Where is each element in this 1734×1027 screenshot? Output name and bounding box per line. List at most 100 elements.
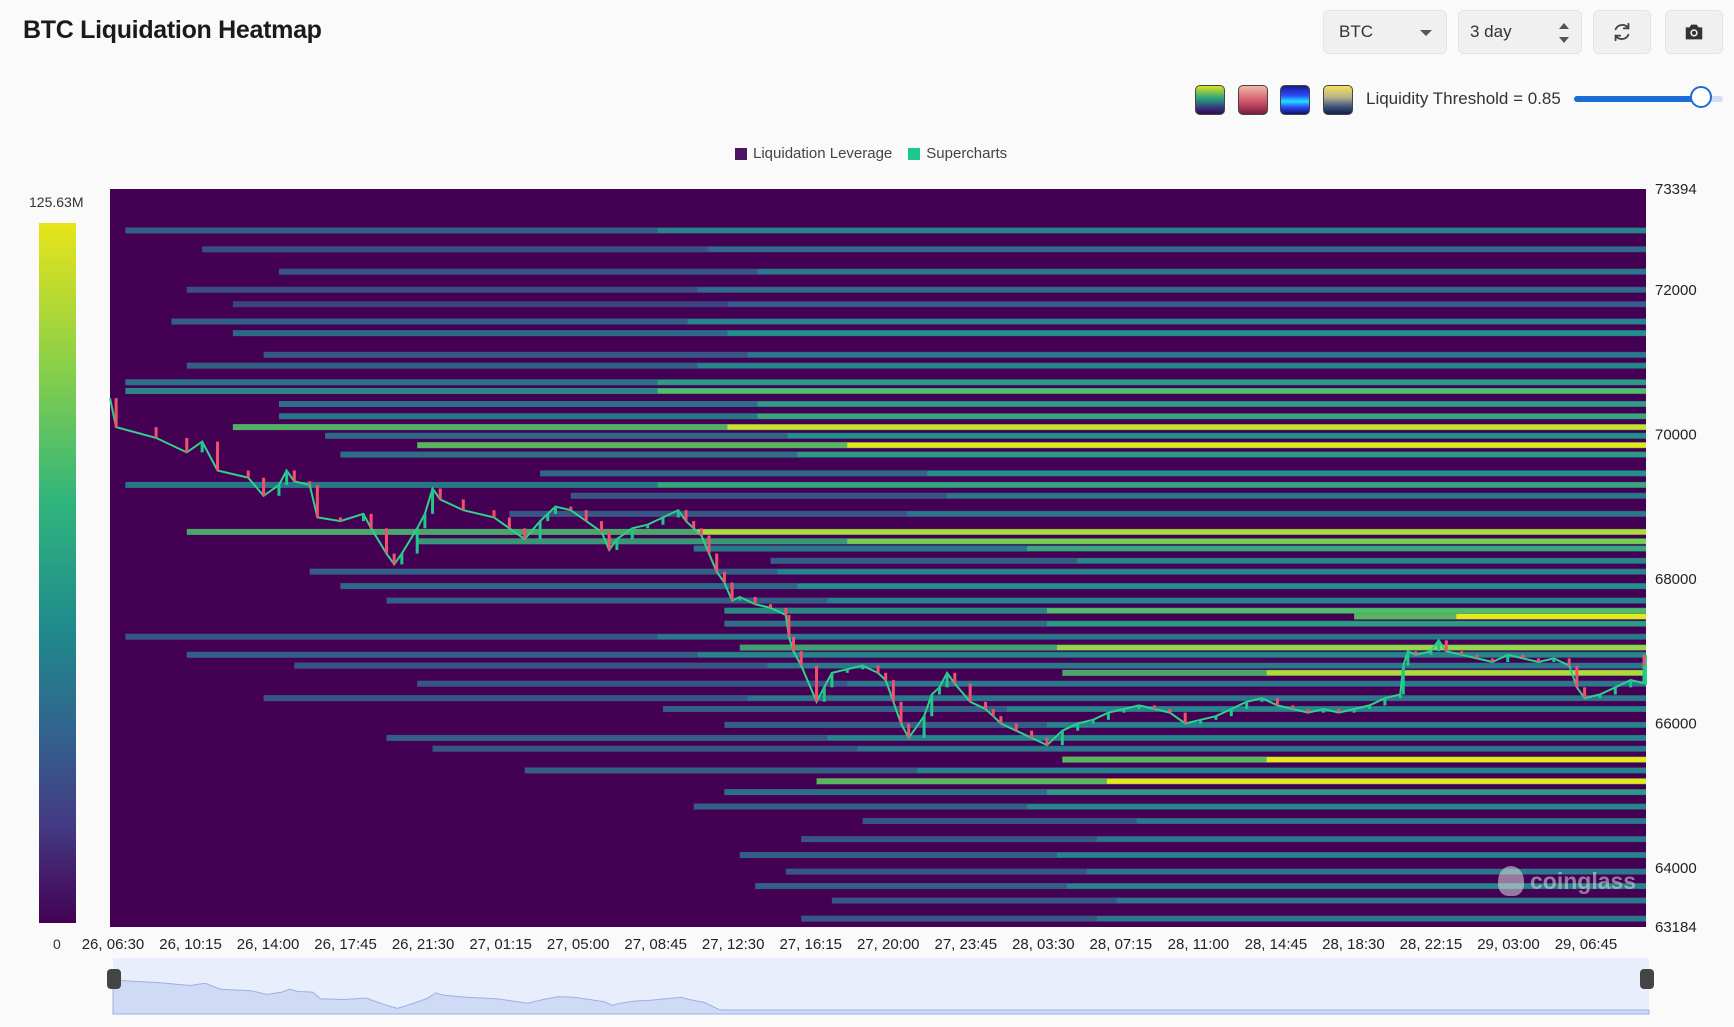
heatmap-band-core (657, 227, 1646, 233)
price-candle (876, 665, 880, 673)
x-tick-label: 27, 05:00 (547, 936, 610, 953)
price-candle (953, 672, 957, 684)
price-candle (285, 470, 289, 485)
price-candle (1398, 694, 1402, 699)
price-candle (884, 672, 888, 681)
price-candle (392, 553, 396, 565)
price-candle (1106, 712, 1110, 720)
heatmap-band-core (927, 470, 1646, 476)
heatmap-band-core (687, 319, 1646, 325)
price-candle (1598, 694, 1602, 699)
price-candle (1030, 730, 1034, 738)
price-candle (1506, 654, 1510, 663)
price-candle (1490, 658, 1494, 663)
price-candle (661, 517, 665, 525)
price-candle (684, 510, 688, 522)
heatmap-band-core (657, 388, 1646, 394)
heatmap-band-core (707, 246, 1646, 252)
heatmap-band-core (727, 301, 1646, 307)
price-candle (1444, 640, 1448, 652)
price-candle (507, 517, 511, 529)
price-candle (114, 398, 118, 428)
y-tick-label: 66000 (1655, 715, 1697, 732)
price-candle (815, 665, 819, 702)
price-candle (384, 528, 388, 554)
price-candle (1401, 665, 1405, 695)
price-candle (1214, 716, 1218, 720)
price-candle (1091, 719, 1095, 724)
price-candle (1137, 705, 1141, 709)
price-candle (361, 513, 365, 522)
x-tick-label: 26, 10:15 (159, 936, 222, 953)
price-candle (799, 651, 803, 666)
heatmap-band-core (797, 583, 1646, 589)
price-candle (722, 571, 726, 583)
range-handle[interactable] (107, 969, 121, 989)
price-candle (1552, 658, 1556, 663)
price-candle (1383, 698, 1387, 706)
price-candle (699, 528, 703, 536)
price-candle (1575, 665, 1579, 688)
price-candle (292, 470, 296, 482)
price-candle (246, 470, 250, 478)
coinglass-logo-icon (1498, 866, 1524, 896)
price-candle (945, 672, 949, 688)
price-candle (830, 672, 834, 688)
x-tick-label: 27, 01:15 (469, 936, 532, 953)
heatmap-band-core (757, 413, 1646, 419)
price-candle (1014, 723, 1018, 731)
heatmap-band-core (907, 511, 1646, 517)
price-candle (308, 481, 312, 485)
heatmap-band-core (697, 287, 1646, 293)
x-tick-label: 28, 03:30 (1012, 936, 1075, 953)
price-candle (423, 513, 427, 529)
price-candle (1629, 680, 1633, 688)
heatmap-band-core (1096, 836, 1646, 842)
price-candle (1352, 708, 1356, 713)
price-candle (523, 528, 527, 540)
y-tick-label: 70000 (1655, 426, 1697, 443)
price-candle (1642, 662, 1646, 666)
price-candle (1045, 737, 1049, 746)
heatmap-band-core (797, 452, 1646, 458)
range-handle[interactable] (1640, 969, 1654, 989)
price-candle (1291, 705, 1295, 709)
price-candle (1460, 651, 1464, 655)
price-candle (787, 615, 791, 637)
price-candle (1152, 705, 1156, 709)
price-candle (492, 510, 496, 518)
heatmap-band-core (1046, 608, 1646, 614)
heatmap-band-core (1456, 613, 1646, 619)
price-candle (1583, 687, 1587, 699)
price-candle (400, 553, 404, 565)
heatmap-band-core (767, 663, 1646, 669)
price-candle (338, 517, 342, 522)
price-candle (546, 513, 550, 522)
price-candle (692, 521, 696, 529)
y-tick-label: 63184 (1655, 919, 1697, 936)
price-candle (707, 535, 711, 554)
price-candle (1521, 654, 1525, 659)
price-candle (315, 484, 319, 518)
x-tick-label: 28, 11:00 (1168, 936, 1229, 953)
heatmap-band-core (947, 493, 1646, 499)
heatmap-band-core (657, 379, 1646, 385)
heatmap-band-core (727, 330, 1646, 336)
heatmap-band-core (1116, 898, 1646, 904)
price-candle (1437, 640, 1441, 652)
price-candle (1475, 654, 1479, 659)
price-candle (1567, 658, 1571, 666)
price-candle (431, 488, 435, 514)
heatmap-band-core (1046, 621, 1646, 627)
price-candle (1368, 705, 1372, 709)
x-tick-label: 28, 18:30 (1322, 936, 1385, 953)
price-candle (584, 510, 588, 522)
heatmap-chart[interactable]: 73394 72000 70000 68000 66000 64000 63184 26, 0… (0, 0, 1734, 1027)
x-tick-label: 26, 14:00 (237, 936, 300, 953)
heatmap-band-core (747, 352, 1646, 358)
heatmap-band-core (1266, 670, 1646, 676)
price-candle (738, 596, 742, 601)
heatmap-band-core (1026, 546, 1646, 552)
heatmap-band-core (1026, 804, 1646, 810)
price-candle (438, 488, 442, 500)
